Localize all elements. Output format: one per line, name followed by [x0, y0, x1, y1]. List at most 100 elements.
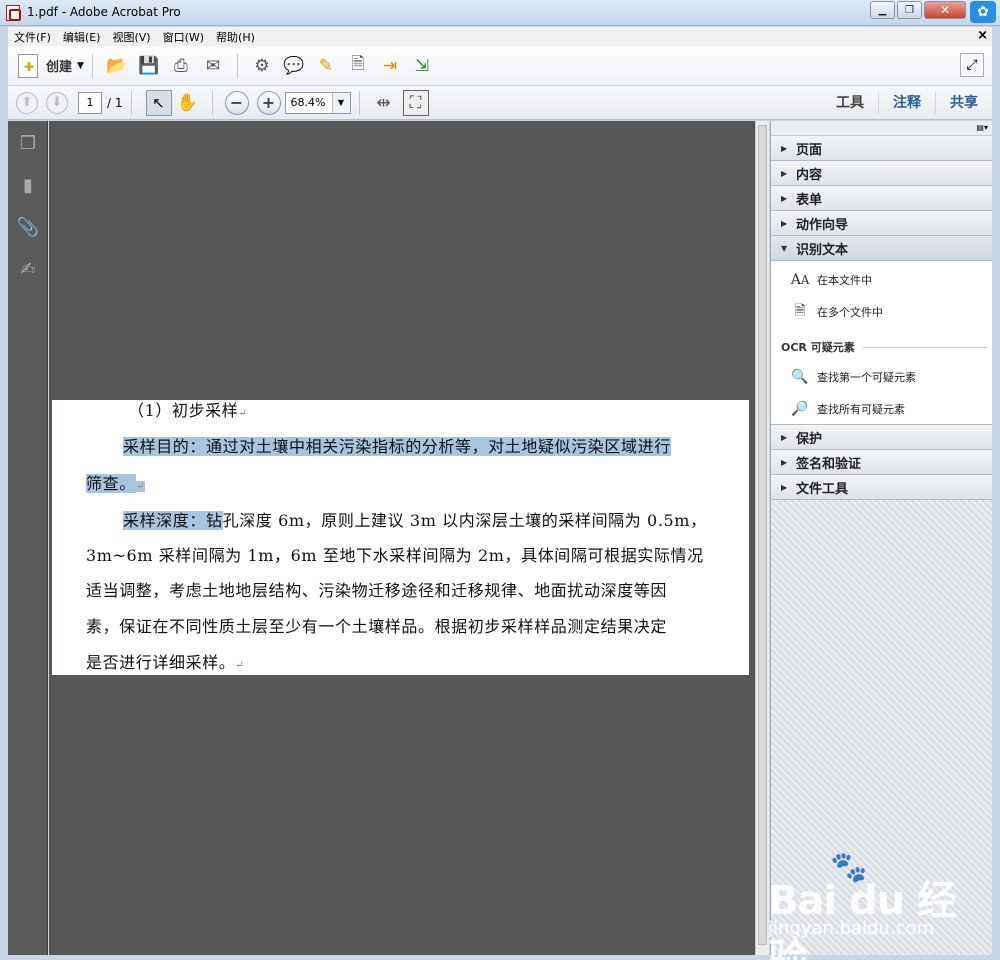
highlighted-text[interactable]: 筛查。 — [86, 474, 136, 493]
previous-page-icon[interactable]: ⬆ — [16, 91, 38, 114]
print-icon[interactable]: ⎙ — [168, 53, 194, 79]
attachments-paperclip-icon[interactable]: 📎 — [16, 215, 40, 239]
page-number-input[interactable]: 1 — [78, 91, 102, 114]
tab-tools[interactable]: 工具 — [822, 92, 878, 114]
window-controls: ▁ ❐ ✕ — [870, 1, 966, 19]
text-recognition-icon: AA — [790, 272, 810, 288]
next-page-icon[interactable]: ⬇ — [46, 91, 68, 114]
menu-file[interactable]: 文件(F) — [8, 29, 57, 45]
doc-line: （1）初步采样↵ — [128, 397, 247, 421]
paragraph-mark: ↵ — [135, 481, 145, 492]
navigation-toolbar: ⬆ ⬇ 1 / 1 ↖ ✋ − + 68.4% ▼ ⇹ ⛶ 工具 注释 共享 — [8, 86, 992, 120]
full-screen-icon[interactable]: ⤢ — [960, 53, 984, 77]
doc-text: 是否进行详细采样。 — [86, 653, 236, 672]
find-first-suspect-button[interactable]: 🔍 查找第一个可疑元素 — [791, 368, 916, 386]
section-forms[interactable]: ▶ 表单 — [771, 186, 992, 211]
menu-window[interactable]: 窗口(W) — [157, 29, 210, 45]
signatures-icon[interactable]: ✍ — [16, 257, 40, 281]
distribute-document-icon[interactable]: ⇲ — [409, 53, 435, 79]
section-pages[interactable]: ▶ 页面 — [771, 136, 992, 161]
close-button[interactable]: ✕ — [924, 1, 966, 19]
section-document-processing[interactable]: ▶ 文件工具 — [771, 475, 992, 500]
main-toolbar: 创建 ▼ 📂 💾 ⎙ ✉ ⚙ 💬 ✎ 🗎 ⇥ ⇲ ⤢ — [8, 46, 992, 86]
collapse-arrow-icon: ▼ — [781, 243, 788, 253]
minimize-button[interactable]: ▁ — [870, 1, 895, 19]
ocr-suspects-heading: OCR 可疑元素 — [781, 339, 987, 355]
hand-tool-icon[interactable]: ✋ — [175, 90, 201, 116]
expand-arrow-icon: ▶ — [781, 432, 788, 442]
create-document-icon — [18, 53, 38, 78]
cloud-icon[interactable]: ✿ — [970, 1, 996, 23]
fit-page-icon[interactable]: ⛶ — [402, 89, 429, 116]
restore-button[interactable]: ❐ — [897, 1, 922, 19]
tools-panel: ▤▾ ▶ 页面 ▶ 内容 ▶ 表单 ▶ 动作向导 ▼ 识别文本 AA 在本文件中 🗎 在多… — [770, 121, 992, 955]
doc-line: 筛查。↵ — [86, 470, 145, 494]
doc-line: 3m~6m 采样间隔为 1m，6m 至地下水采样间隔为 2m，具体间隔可根据实际… — [86, 546, 704, 565]
section-sign-certify[interactable]: ▶ 签名和验证 — [771, 450, 992, 475]
section-label: 动作向导 — [796, 217, 849, 233]
separator — [358, 90, 360, 115]
doc-text: 孔深度 6m，原则上建议 3m 以内深层土壤的采样间隔为 0.5m， — [222, 511, 707, 530]
comment-icon[interactable]: 💬 — [281, 53, 307, 79]
zoom-select[interactable]: 68.4% ▼ — [284, 91, 351, 114]
page-thumbnails-icon[interactable]: ❐ — [16, 131, 40, 155]
expand-arrow-icon: ▶ — [781, 193, 788, 203]
doc-line: 素，保证在不同性质土层至少有一个土壤样品。根据初步采样样品测定结果决定 — [86, 617, 668, 636]
separator — [211, 90, 213, 115]
menu-edit[interactable]: 编辑(E) — [57, 29, 107, 45]
doc-line: 适当调整，考虑土地地层结构、污染物迁移途径和迁移规律、地面扰动深度等因 — [86, 581, 668, 600]
pdf-page[interactable]: （1）初步采样↵ 采样目的：通过对土壤中相关污染指标的分析等，对土地疑似污染区域… — [52, 400, 749, 675]
tab-comment[interactable]: 注释 — [878, 92, 935, 114]
tab-share[interactable]: 共享 — [935, 92, 992, 114]
zoom-out-icon[interactable]: − — [224, 90, 249, 115]
menu-help[interactable]: 帮助(H) — [210, 29, 261, 45]
bookmarks-icon[interactable]: ▮ — [16, 173, 40, 197]
chevron-down-icon[interactable]: ▼ — [331, 92, 350, 113]
expand-arrow-icon: ▶ — [781, 218, 788, 228]
section-label: 表单 — [796, 192, 823, 208]
document-viewer[interactable]: （1）初步采样↵ 采样目的：通过对土壤中相关污染指标的分析等，对土地疑似污染区域… — [49, 121, 755, 955]
scrollbar-thumb[interactable] — [758, 125, 767, 945]
section-recognize-text[interactable]: ▼ 识别文本 — [771, 236, 992, 261]
settings-gear-icon[interactable]: ⚙ — [249, 53, 275, 79]
close-document-icon[interactable]: × — [977, 28, 988, 43]
multiple-files-icon: 🗎 — [794, 303, 806, 319]
save-icon[interactable]: 💾 — [136, 53, 162, 79]
fit-width-icon[interactable]: ⇹ — [371, 90, 397, 116]
section-action-wizard[interactable]: ▶ 动作向导 — [771, 211, 992, 236]
menu-view[interactable]: 视图(V) — [106, 29, 156, 45]
select-tool-icon[interactable]: ↖ — [145, 89, 172, 116]
section-content[interactable]: ▶ 内容 — [771, 161, 992, 186]
find-all-suspects-button[interactable]: 🔎 查找所有可疑元素 — [791, 400, 905, 418]
item-label: 查找第一个可疑元素 — [817, 371, 916, 384]
section-protect[interactable]: ▶ 保护 — [771, 425, 992, 450]
zoom-in-icon[interactable]: + — [256, 90, 281, 115]
panel-options-icon[interactable]: ▤▾ — [976, 123, 988, 132]
open-folder-icon[interactable]: 📂 — [104, 53, 130, 79]
zoom-value: 68.4% — [290, 95, 326, 109]
secure-document-icon[interactable]: 🗎 — [345, 53, 371, 79]
email-icon[interactable]: ✉ — [200, 53, 226, 79]
paragraph-mark: ↵ — [235, 660, 245, 671]
recognize-text-body: AA 在本文件中 🗎 在多个文件中 OCR 可疑元素 🔍 查找第一个可疑元素 🔎… — [771, 261, 992, 425]
page-total: / 1 — [107, 95, 123, 110]
section-label: 识别文本 — [796, 242, 849, 258]
export-document-icon[interactable]: ⇥ — [377, 53, 403, 79]
panel-options-bar: ▤▾ — [771, 121, 992, 136]
vertical-scrollbar[interactable] — [755, 121, 769, 955]
expand-arrow-icon: ▶ — [781, 143, 788, 153]
highlighted-text[interactable]: 采样目的：通过对土壤中相关污染指标的分析等，对土地疑似污染区域进行 — [123, 437, 671, 456]
in-this-file-button[interactable]: AA 在本文件中 — [791, 271, 872, 289]
sign-pen-icon[interactable]: ✎ — [313, 53, 339, 79]
create-button[interactable]: 创建 ▼ — [18, 52, 84, 80]
expand-arrow-icon: ▶ — [781, 457, 788, 467]
title-bar: 1.pdf - Adobe Acrobat Pro ▁ ❐ ✕ ✿ — [0, 0, 1000, 26]
heading-label: OCR 可疑元素 — [781, 341, 855, 354]
doc-line: 采样深度：钻孔深度 6m，原则上建议 3m 以内深层土壤的采样间隔为 0.5m， — [123, 507, 707, 531]
expand-arrow-icon: ▶ — [781, 482, 788, 492]
in-multiple-files-button[interactable]: 🗎 在多个文件中 — [791, 303, 883, 321]
pdf-icon — [6, 5, 21, 21]
create-label: 创建 — [46, 60, 73, 75]
menu-bar: 文件(F) 编辑(E) 视图(V) 窗口(W) 帮助(H) × — [8, 27, 992, 46]
highlighted-text[interactable]: 采样深度：钻 — [123, 511, 223, 530]
